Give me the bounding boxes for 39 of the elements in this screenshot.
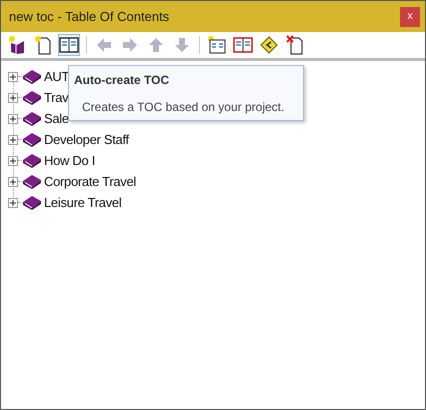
tooltip-title: Auto-create TOC bbox=[74, 72, 170, 89]
toolbar-button[interactable] bbox=[58, 34, 80, 56]
new-book-icon bbox=[7, 35, 27, 55]
tree-item[interactable]: Trav bbox=[44, 88, 68, 108]
arrow-icon bbox=[95, 36, 113, 54]
book-icon bbox=[22, 90, 42, 106]
tooltip-text: Creates a TOC based on your project. bbox=[81, 99, 286, 116]
tree-item[interactable]: Corporate Travel bbox=[44, 172, 136, 192]
tree-item[interactable]: Leisure Travel bbox=[44, 192, 122, 212]
expander[interactable] bbox=[8, 134, 18, 144]
book-icon bbox=[22, 152, 42, 168]
arrow-icon bbox=[147, 36, 165, 54]
book-icon bbox=[22, 132, 42, 148]
toolbar-button[interactable] bbox=[206, 34, 228, 56]
expander[interactable] bbox=[8, 198, 18, 208]
book-icon bbox=[207, 35, 227, 55]
toolbar-button[interactable] bbox=[258, 34, 280, 56]
diamond-icon bbox=[260, 36, 278, 54]
book-icon bbox=[233, 36, 253, 54]
expander[interactable] bbox=[8, 176, 18, 186]
close-button[interactable]: x bbox=[400, 6, 420, 26]
expander[interactable] bbox=[8, 156, 18, 166]
tree-item[interactable]: AUT bbox=[44, 66, 70, 86]
expander[interactable] bbox=[8, 72, 18, 82]
tree-item[interactable]: Developer Staff bbox=[44, 130, 129, 150]
new-page-icon bbox=[34, 35, 52, 55]
tree-item[interactable]: How Do I bbox=[44, 150, 96, 170]
book-icon bbox=[22, 194, 42, 210]
book-icon bbox=[22, 110, 42, 126]
arrow-icon bbox=[121, 36, 139, 54]
expander[interactable] bbox=[8, 114, 18, 124]
tree-item[interactable]: Sale bbox=[44, 108, 69, 128]
window-title: new toc - Table Of Contents bbox=[9, 8, 170, 26]
arrow-icon bbox=[173, 36, 191, 54]
delete-page-icon bbox=[286, 35, 304, 55]
book-icon bbox=[22, 174, 42, 190]
book-icon bbox=[59, 36, 79, 54]
book-icon bbox=[22, 68, 42, 84]
expander[interactable] bbox=[8, 92, 18, 102]
